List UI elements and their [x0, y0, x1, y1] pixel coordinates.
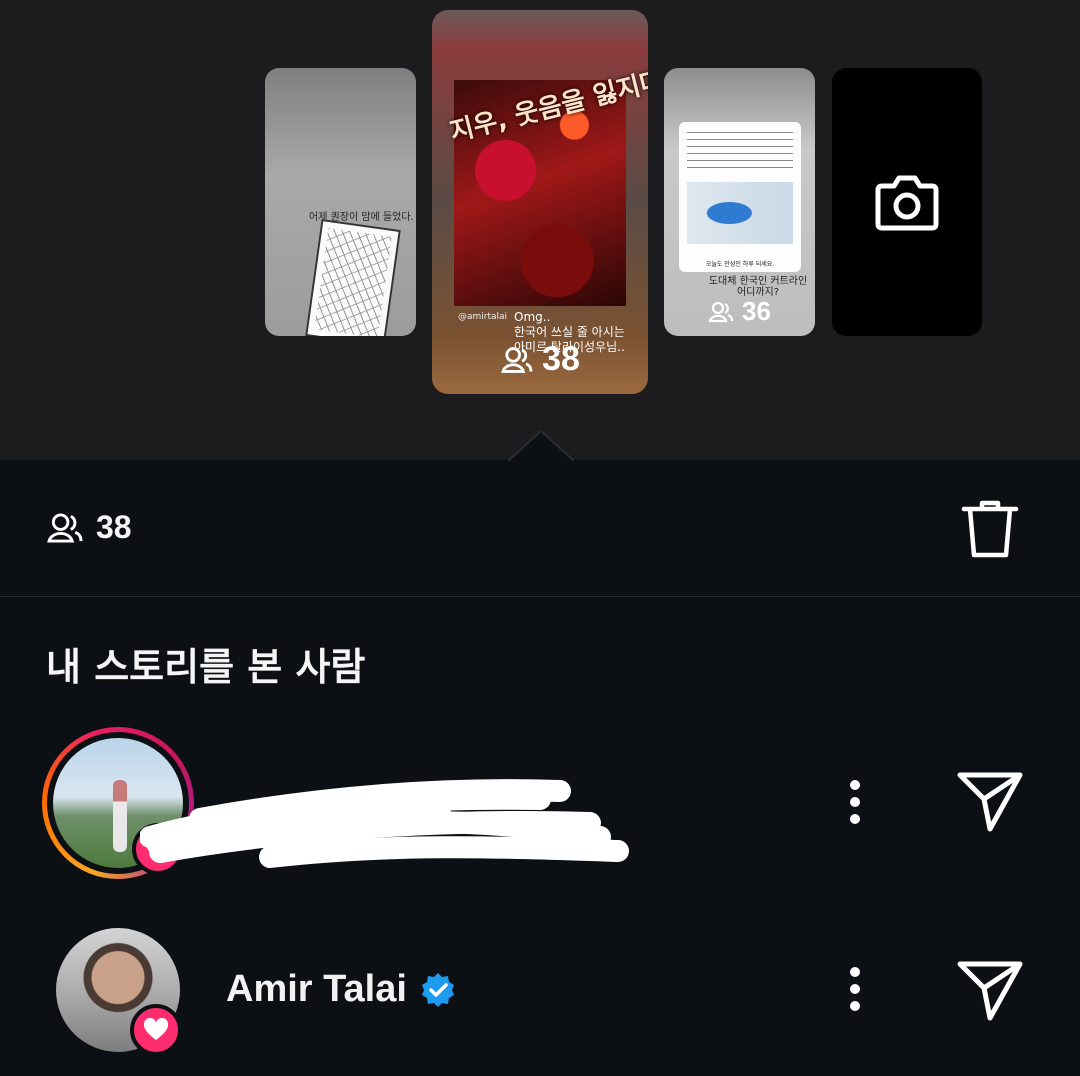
viewer-count-value: 38: [96, 509, 132, 545]
story-views-count: 36: [742, 296, 771, 326]
heart-icon: [130, 1004, 182, 1056]
viewer-row[interactable]: Amir Talai: [0, 916, 1080, 1066]
more-icon: [850, 967, 860, 1011]
redaction-scribble: [140, 779, 629, 868]
story-handle: @amirtalai: [458, 312, 508, 322]
document-map: [687, 182, 793, 244]
camera-icon: [875, 175, 939, 231]
story-sketch-image: [305, 219, 401, 336]
verified-badge-icon: [421, 972, 454, 1007]
delete-story-button[interactable]: [960, 497, 1020, 565]
story-viewers-screen: 어제 퀀장이 맘에 들었다. 37 지우, 웃음을 잃지마세요 @amirtal…: [0, 0, 1080, 1076]
story-strip: 어제 퀀장이 맘에 들었다. 37 지우, 웃음을 잃지마세요 @amirtal…: [0, 0, 1080, 461]
story-thumbnail-2-selected[interactable]: 지우, 웃음을 잃지마세요 @amirtalai Omg.. 한국어 쓰실 줄 …: [432, 10, 648, 394]
people-icon: [47, 512, 83, 543]
viewer-name-wrap[interactable]: Amir Talai: [226, 968, 457, 1011]
send-message-button[interactable]: [956, 958, 1024, 1026]
add-story-camera-button[interactable]: [832, 68, 982, 336]
viewer-name: Amir Talai: [226, 968, 407, 1010]
viewers-header: 38: [0, 461, 1080, 597]
document-text-lines: [687, 132, 793, 172]
more-options-button[interactable]: [846, 966, 864, 1016]
people-icon: [501, 346, 533, 373]
story-views: 38: [432, 340, 648, 379]
story-thumbnail-3[interactable]: 오늘도 만성인 하루 되세요. 도대체 한국인 커트라인 어디까지? 36: [664, 68, 815, 336]
selected-story-pointer: [508, 431, 574, 461]
send-icon: [957, 961, 1023, 1021]
story-caption: 도대체 한국인 커트라인 어디까지?: [708, 276, 808, 298]
story-views-count: 38: [542, 340, 580, 378]
document-footer: 오늘도 만성인 하루 되세요.: [705, 261, 775, 268]
more-options-button[interactable]: [846, 779, 864, 829]
story-thumbnail-1[interactable]: 어제 퀀장이 맘에 들었다. 37: [265, 68, 416, 336]
viewer-count: 38: [46, 509, 132, 546]
trash-icon: [961, 500, 1019, 558]
send-message-button[interactable]: [956, 769, 1024, 837]
viewer-row[interactable]: [0, 727, 1080, 879]
people-icon: [708, 301, 734, 322]
send-icon: [957, 772, 1023, 832]
story-views: 36: [664, 296, 815, 327]
section-title: 내 스토리를 본 사람: [46, 645, 366, 689]
story-document-image: 오늘도 만성인 하루 되세요.: [679, 122, 801, 272]
more-icon: [850, 780, 860, 824]
